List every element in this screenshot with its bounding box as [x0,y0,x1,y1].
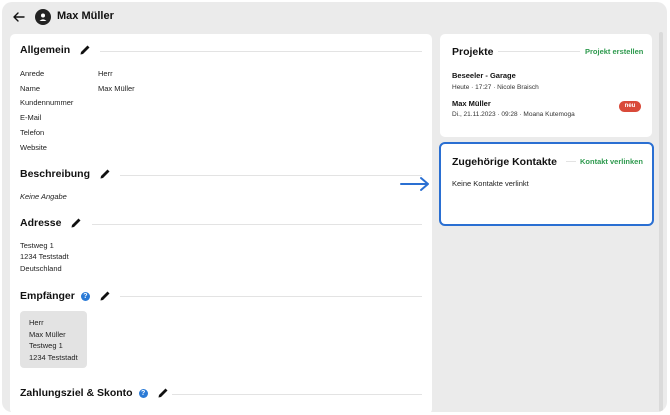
new-badge: neu [619,101,641,112]
address-line: Deutschland [20,264,62,273]
field-label: Website [20,143,47,152]
section-adresse: Adresse [20,217,82,229]
edit-empfaenger-icon[interactable] [99,290,111,302]
help-icon[interactable]: ? [138,388,148,398]
arrow-right-icon [400,177,429,191]
recipient-line: Testweg 1 [29,341,63,350]
page-title: Max Müller [57,10,114,22]
field-value: Max Müller [98,84,135,93]
section-title: Adresse [20,217,62,229]
field-label: Kundennummer [20,98,74,107]
arrow-left-icon [13,12,25,22]
section-title: Empfänger [20,290,75,302]
project-title: Beseeler - Garage [452,71,516,80]
create-project-link[interactable]: Projekt erstellen [585,47,643,56]
section-allgemein: Allgemein [20,44,91,56]
recipient-line: 1234 Teststadt [29,352,78,362]
divider [120,296,422,297]
edit-zahlungsziel-icon[interactable] [157,387,169,399]
recipient-box: Herr Max Müller Testweg 1 1234 Teststadt [20,311,87,368]
divider [100,51,422,52]
recipient-line: Max Müller [29,329,66,339]
section-empfaenger: Empfänger ? [20,290,111,302]
help-icon[interactable]: ? [80,291,90,301]
section-zahlungsziel: Zahlungsziel & Skonto ? [20,387,169,399]
divider [120,175,422,176]
details-card: Allgemein Anrede Herr Name Max Müller Ku… [10,34,432,412]
divider [92,224,422,225]
divider [172,394,422,395]
project-meta: Heute · 17:27 · Nicole Braisch [452,84,539,91]
edit-beschreibung-icon[interactable] [99,168,111,180]
field-label: E-Mail [20,113,42,122]
section-title: Zahlungsziel & Skonto [20,387,133,399]
beschreibung-text: Keine Angabe [20,192,67,201]
link-contact-link[interactable]: Kontakt verlinken [580,157,643,166]
section-title: Beschreibung [20,168,91,180]
section-title: Allgemein [20,44,71,56]
project-title: Max Müller [452,99,491,108]
project-meta: Di., 21.11.2023 · 09:28 · Moana Kutemoga [452,111,575,118]
address-line: Testweg 1 [20,241,54,250]
address-line: 1234 Teststadt [20,252,69,261]
field-value: Herr [98,69,113,78]
app-window: Max Müller Allgemein Anrede Herr Name Ma… [2,2,667,412]
contacts-empty-text: Keine Kontakte verlinkt [452,179,529,188]
field-label: Anrede [20,69,45,78]
contacts-card: Zugehörige Kontakte Kontakt verlinken Ke… [439,142,654,226]
person-icon [39,13,47,21]
edit-allgemein-icon[interactable] [79,44,91,56]
scrollbar[interactable] [659,32,663,412]
projects-title: Projekte [452,46,494,58]
recipient-line: Herr [29,318,44,327]
projects-card: Projekte Projekt erstellen Beseeler - Ga… [440,34,652,137]
divider [566,161,576,162]
page-header: Max Müller [2,2,667,32]
section-beschreibung: Beschreibung [20,168,111,180]
divider [498,51,580,52]
avatar [35,9,51,25]
field-label: Telefon [20,128,45,137]
field-label: Name [20,84,41,93]
back-button[interactable] [11,9,27,25]
edit-adresse-icon[interactable] [70,217,82,229]
contacts-title: Zugehörige Kontakte [452,156,558,168]
